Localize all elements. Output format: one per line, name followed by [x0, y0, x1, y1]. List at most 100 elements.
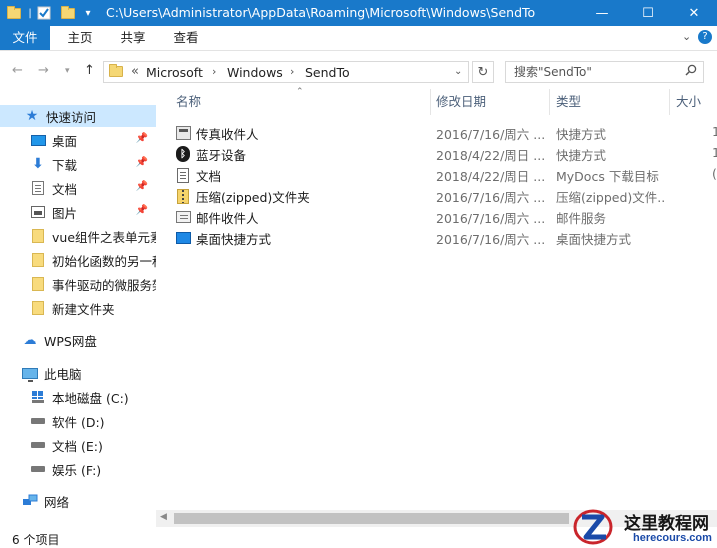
mail-icon [175, 209, 191, 225]
nav-item-folder-events[interactable]: 事件驱动的微服务架 [0, 273, 156, 295]
drive-icon [30, 413, 46, 429]
nav-network[interactable]: 网络 [0, 490, 156, 512]
back-arrow-icon[interactable]: ← [12, 63, 23, 78]
file-name: 蓝牙设备 [196, 148, 247, 163]
file-date: 2016/7/16/周六 ... [436, 211, 546, 226]
nav-drive-d[interactable]: 软件 (D:) [0, 410, 156, 432]
nav-item-folder-new[interactable]: 新建文件夹 [0, 297, 156, 319]
file-name: 桌面快捷方式 [196, 232, 272, 247]
breadcrumb-separator-icon[interactable]: › [290, 65, 294, 78]
breadcrumb-microsoft[interactable]: Microsoft [146, 65, 203, 80]
address-bar[interactable]: « Microsoft › Windows › SendTo ⌄ [103, 61, 469, 83]
file-type: MyDocs 下载目标 [556, 169, 659, 184]
table-row[interactable]: ᛒ 蓝牙设备 2018/4/22/周日 ... 快捷方式 1 [156, 143, 717, 164]
drive-icon [30, 461, 46, 477]
search-box[interactable] [505, 61, 704, 83]
nav-item-folder-init[interactable]: 初始化函数的另一种 [0, 249, 156, 271]
zip-folder-icon [175, 188, 191, 204]
refresh-icon[interactable]: ↻ [472, 61, 494, 83]
file-name: 文档 [196, 169, 222, 184]
breadcrumb-windows[interactable]: Windows [227, 65, 283, 80]
file-date: 2018/4/22/周日 ... [436, 148, 546, 163]
nav-item-pictures[interactable]: 图片 📌 [0, 201, 156, 223]
search-input[interactable] [506, 62, 676, 82]
column-header-type[interactable]: 类型 [550, 89, 670, 115]
table-row[interactable]: 文档 2018/4/22/周日 ... MyDocs 下载目标 ( [156, 164, 717, 185]
cloud-icon: ☁ [23, 332, 37, 348]
folder-icon [30, 228, 46, 244]
navigation-pane: ★ 快速访问 桌面 📌 ⬇ 下载 📌 文档 📌 图片 📌 vue组件之表单元素 … [0, 89, 156, 527]
nav-drive-f[interactable]: 娱乐 (F:) [0, 458, 156, 480]
nav-item-folder-vue[interactable]: vue组件之表单元素 [0, 225, 156, 247]
table-row[interactable]: 桌面快捷方式 2016/7/16/周六 ... 桌面快捷方式 [156, 227, 717, 248]
folder-icon [30, 300, 46, 316]
watermark-title: 这里教程网 [624, 514, 709, 534]
file-type: 桌面快捷方式 [556, 232, 632, 247]
nav-quick-access[interactable]: ★ 快速访问 [0, 105, 156, 127]
minimize-button[interactable]: — [579, 0, 625, 26]
file-date: 2016/7/16/周六 ... [436, 127, 546, 142]
close-button[interactable]: ✕ [671, 0, 717, 26]
ribbon-expand-icon[interactable]: ⌄ [682, 30, 691, 43]
file-date: 2016/7/16/周六 ... [436, 190, 546, 205]
table-row[interactable]: 压缩(zipped)文件夹 2016/7/16/周六 ... 压缩(zipped… [156, 185, 717, 206]
file-type: 快捷方式 [556, 127, 607, 142]
folder-icon [30, 276, 46, 292]
up-arrow-icon[interactable]: ↑ [84, 63, 95, 78]
search-icon[interactable] [685, 64, 697, 80]
file-type: 压缩(zipped)文件... [556, 190, 666, 205]
watermark-url: herecours.com [633, 532, 712, 544]
file-name: 压缩(zipped)文件夹 [196, 190, 310, 205]
pin-icon[interactable]: 📌 [136, 157, 148, 168]
network-icon [22, 493, 38, 509]
windows-drive-icon [30, 389, 46, 405]
nav-item-desktop[interactable]: 桌面 📌 [0, 129, 156, 151]
forward-arrow-icon[interactable]: → [38, 63, 49, 78]
table-row[interactable]: 传真收件人 2016/7/16/周六 ... 快捷方式 1 [156, 122, 717, 143]
recent-locations-chevron-icon[interactable]: ▾ [65, 66, 70, 76]
address-dropdown-icon[interactable]: ⌄ [454, 66, 462, 77]
pin-icon[interactable]: 📌 [136, 205, 148, 216]
column-header-size[interactable]: 大小 [670, 89, 717, 115]
tab-file[interactable]: 文件 [0, 26, 50, 50]
file-name: 传真收件人 [196, 127, 259, 142]
nav-this-pc[interactable]: 此电脑 [0, 362, 156, 384]
address-overflow-icon[interactable]: « [131, 64, 139, 79]
table-row[interactable]: 邮件收件人 2016/7/16/周六 ... 邮件服务 [156, 206, 717, 227]
pin-icon[interactable]: 📌 [136, 133, 148, 144]
download-icon: ⬇ [32, 156, 44, 172]
watermark: 这里教程网 herecours.com [572, 505, 717, 548]
file-size: ( [712, 166, 717, 181]
file-type: 邮件服务 [556, 211, 607, 226]
pin-icon[interactable]: 📌 [136, 181, 148, 192]
tab-view[interactable]: 查看 [161, 26, 211, 50]
nav-item-documents[interactable]: 文档 📌 [0, 177, 156, 199]
scroll-left-icon[interactable]: ◀ [160, 512, 167, 522]
drive-icon [30, 437, 46, 453]
tab-home[interactable]: 主页 [55, 26, 105, 50]
nav-wps-cloud[interactable]: ☁ WPS网盘 [0, 329, 156, 351]
nav-item-downloads[interactable]: ⬇ 下载 📌 [0, 153, 156, 175]
file-type: 快捷方式 [556, 148, 607, 163]
quick-access-dropdown-icon[interactable]: ▾ [80, 4, 96, 22]
breadcrumb-sendto[interactable]: SendTo [305, 65, 350, 80]
help-icon[interactable]: ? [698, 30, 712, 44]
new-folder-icon[interactable] [60, 4, 76, 22]
column-header-modified[interactable]: 修改日期 [430, 89, 550, 115]
watermark-logo-icon [573, 509, 613, 545]
ribbon: 文件 主页 共享 查看 ⌄ ? [0, 26, 717, 51]
scrollbar-thumb[interactable] [174, 513, 569, 524]
fax-icon [175, 125, 191, 141]
column-header-name[interactable]: 名称 [170, 89, 430, 115]
nav-drive-e[interactable]: 文档 (E:) [0, 434, 156, 456]
file-date: 2016/7/16/周六 ... [436, 232, 546, 247]
nav-drive-c[interactable]: 本地磁盘 (C:) [0, 386, 156, 408]
documents-icon [30, 180, 46, 196]
breadcrumb-separator-icon[interactable]: › [212, 65, 216, 78]
file-size: 1 [712, 145, 717, 160]
desktop-icon [30, 132, 46, 148]
maximize-button[interactable]: ☐ [625, 0, 671, 26]
file-size: 1 [712, 124, 717, 139]
tab-share[interactable]: 共享 [108, 26, 158, 50]
properties-check-icon[interactable] [36, 4, 52, 22]
